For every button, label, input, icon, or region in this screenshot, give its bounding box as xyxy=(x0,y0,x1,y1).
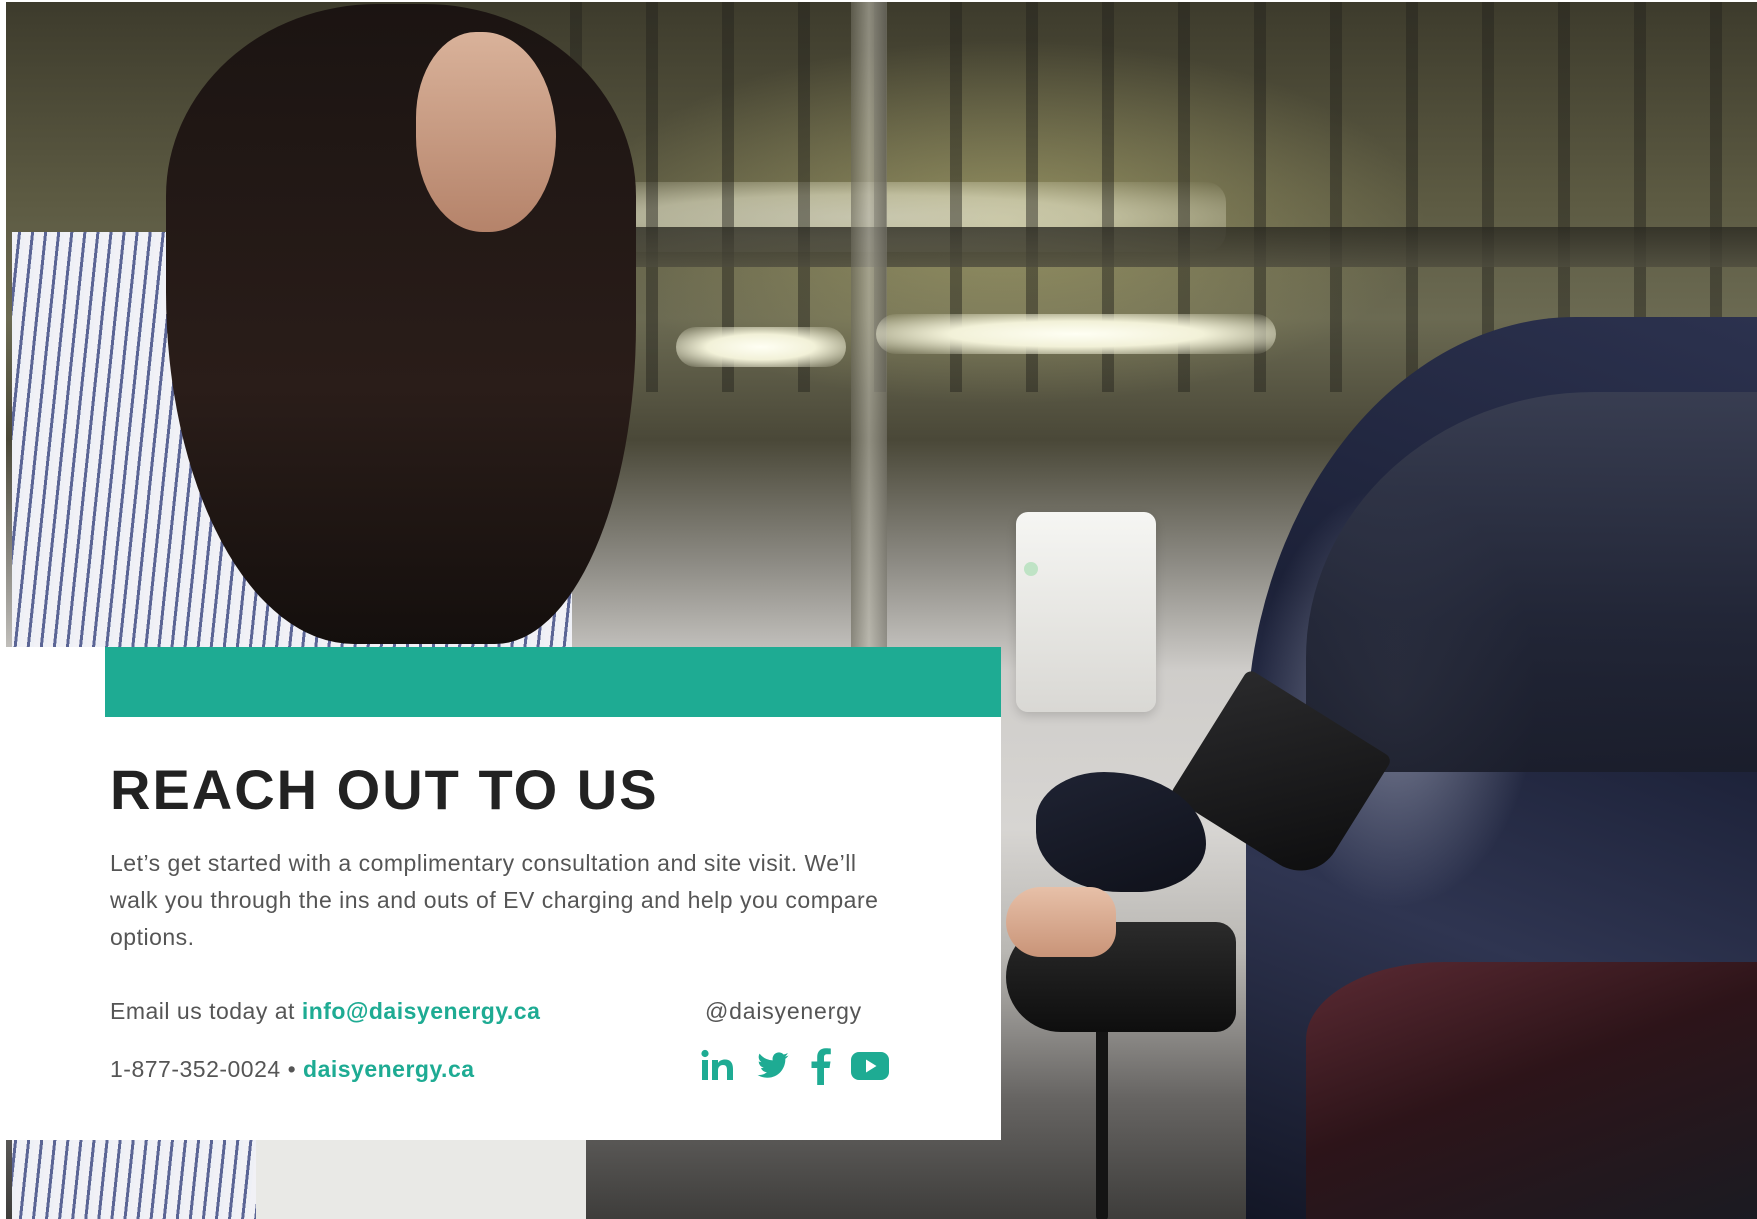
hand xyxy=(1006,887,1116,957)
charger-indicator xyxy=(1024,562,1038,576)
contact-heading: REACH OUT TO US xyxy=(110,758,659,821)
website-link[interactable]: daisyenergy.ca xyxy=(303,1056,475,1082)
email-line: Email us today at info@daisyenergy.ca xyxy=(110,998,540,1025)
social-icons xyxy=(700,1043,890,1089)
contact-intro: Let’s get started with a complimentary c… xyxy=(110,850,879,950)
linkedin-icon[interactable] xyxy=(700,1048,736,1084)
separator: • xyxy=(287,1056,297,1082)
email-link[interactable]: info@daisyenergy.ca xyxy=(302,998,541,1024)
wall-charger xyxy=(1016,512,1156,712)
email-prefix: Email us today at xyxy=(110,998,295,1024)
woman-hair xyxy=(166,4,636,644)
social-handle: @daisyenergy xyxy=(705,998,862,1024)
twitter-icon[interactable] xyxy=(754,1049,792,1083)
phone-number[interactable]: 1-877-352-0024 xyxy=(110,1056,281,1082)
car-taillight xyxy=(1306,962,1757,1219)
facebook-icon[interactable] xyxy=(810,1047,832,1085)
white-skirt xyxy=(256,1132,586,1219)
phone-line: 1-877-352-0024 • daisyenergy.ca xyxy=(110,1056,475,1083)
youtube-icon[interactable] xyxy=(850,1051,890,1081)
ceiling-light xyxy=(676,327,846,367)
ceiling-light xyxy=(876,314,1276,354)
charging-cable xyxy=(1096,1022,1108,1219)
accent-bar xyxy=(105,647,1001,717)
